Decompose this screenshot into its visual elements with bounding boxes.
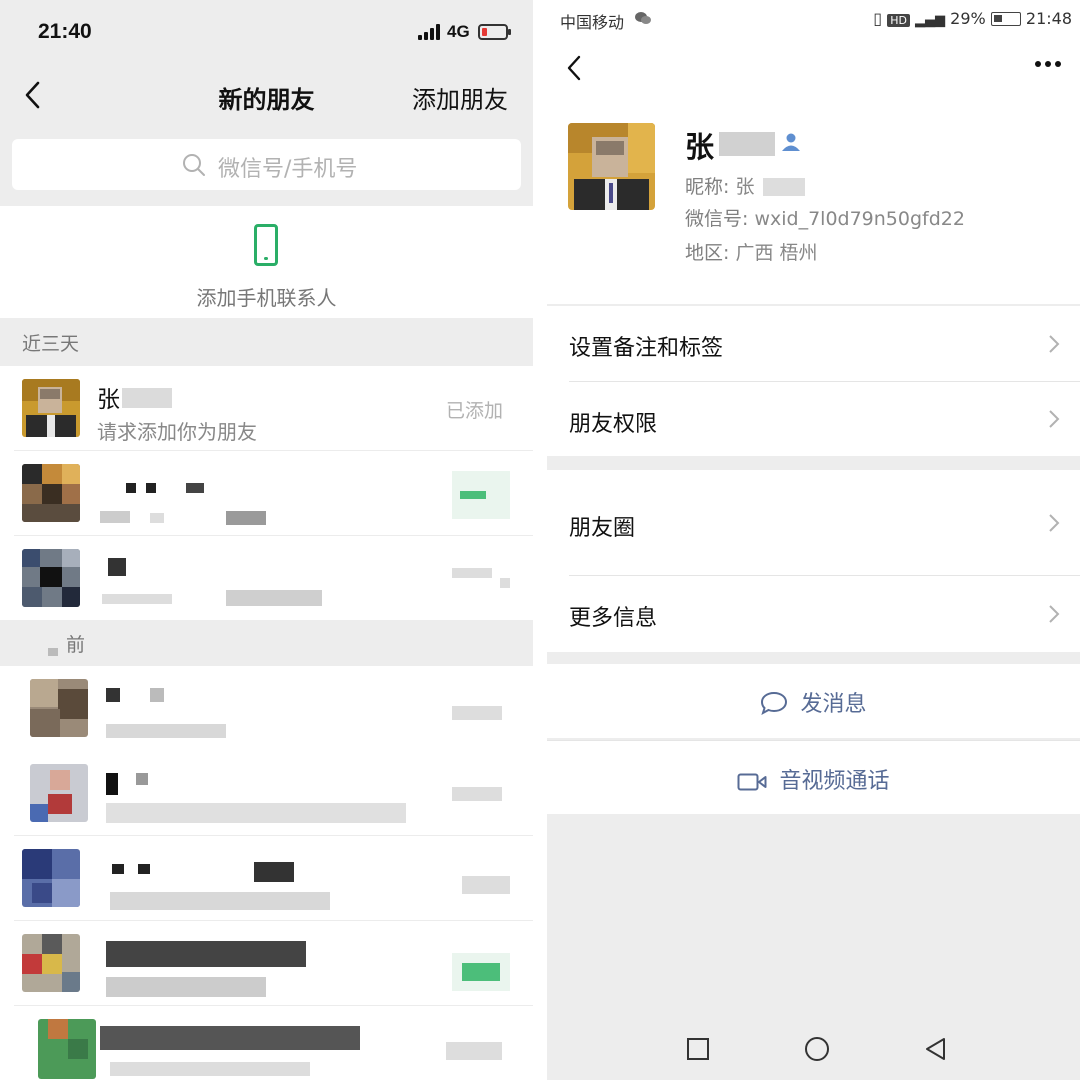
wechat-id-label: 微信号: xyxy=(685,208,755,230)
section-header-earlier: 前 xyxy=(0,620,533,666)
blurred-name xyxy=(719,132,775,156)
search-placeholder: 微信号/手机号 xyxy=(218,157,358,182)
new-friends-screen: 21:40 4G 新的朋友 添加朋友 微信号/手机号 添加手机联系人 近三天 张… xyxy=(0,0,533,1080)
section-header-recent-label: 近三天 xyxy=(22,333,80,355)
status-time: 21:40 xyxy=(38,20,92,43)
back-nav-icon[interactable] xyxy=(923,1036,949,1062)
more-info[interactable]: 更多信息 xyxy=(547,576,1080,652)
video-call-button[interactable]: 音视频通话 xyxy=(547,740,1080,814)
add-phone-contacts-label: 添加手机联系人 xyxy=(196,286,337,310)
blurred-name xyxy=(122,388,172,408)
set-remark-label: 设置备注和标签 xyxy=(569,336,724,361)
battery-icon xyxy=(478,24,511,40)
search-area: 微信号/手机号 xyxy=(0,130,533,206)
home-icon[interactable] xyxy=(804,1036,830,1062)
chat-bubble-icon xyxy=(761,691,788,715)
list-item[interactable] xyxy=(0,451,533,536)
recent-apps-icon[interactable] xyxy=(685,1036,711,1062)
system-nav-bar xyxy=(547,1020,1080,1080)
friend-permissions[interactable]: 朋友权限 xyxy=(547,382,1080,456)
carrier-name: 中国移动 xyxy=(560,13,625,32)
status-bar: 21:40 4G xyxy=(0,0,533,62)
send-message-button[interactable]: 发消息 xyxy=(547,664,1080,738)
friend-request-item[interactable]: 张 请求添加你为朋友 已添加 xyxy=(0,366,533,451)
avatar[interactable] xyxy=(22,379,80,437)
status-right: ▯ HD ▂▄▆ 29% 21:48 xyxy=(873,9,1072,28)
wechat-id-row: 微信号: wxid_7l0d79n50gfd22 xyxy=(685,204,965,231)
region-label: 地区: xyxy=(685,242,736,264)
avatar[interactable] xyxy=(22,549,80,607)
list-item[interactable] xyxy=(0,666,533,751)
region-row: 地区: 广西 梧州 xyxy=(685,238,818,265)
add-friend-button[interactable]: 添加朋友 xyxy=(412,80,508,115)
nickname-label: 昵称: xyxy=(685,176,736,198)
phone-icon xyxy=(254,224,278,266)
list-item[interactable] xyxy=(0,751,533,836)
chevron-right-icon xyxy=(1049,335,1060,353)
list-item[interactable] xyxy=(0,836,533,921)
search-icon xyxy=(183,154,205,176)
vibrate-icon: ▯ xyxy=(873,9,883,28)
moments-label: 朋友圈 xyxy=(569,516,636,541)
region-value: 广西 梧州 xyxy=(735,242,818,264)
set-remark-and-tags[interactable]: 设置备注和标签 xyxy=(547,306,1080,382)
request-name: 张 xyxy=(97,387,120,413)
avatar[interactable] xyxy=(568,123,655,210)
battery-percent: 29% xyxy=(950,9,986,28)
chevron-right-icon xyxy=(1049,410,1060,428)
avatar[interactable] xyxy=(22,464,80,522)
chevron-right-icon xyxy=(1049,605,1060,623)
contact-name: 张 xyxy=(685,130,715,164)
avatar[interactable] xyxy=(22,934,80,992)
more-info-label: 更多信息 xyxy=(569,606,658,631)
nav-bar xyxy=(547,40,1080,98)
avatar[interactable] xyxy=(30,764,88,822)
nav-bar: 新的朋友 添加朋友 xyxy=(0,62,533,130)
video-camera-icon xyxy=(737,773,767,791)
network-type: 4G xyxy=(447,22,470,41)
wechat-icon xyxy=(635,12,651,24)
section-header-earlier-label: 前 xyxy=(66,634,86,656)
request-message: 请求添加你为朋友 xyxy=(97,420,257,444)
contact-icon xyxy=(782,133,800,151)
send-message-label: 发消息 xyxy=(800,692,867,717)
profile-screen: 中国移动 ▯ HD ▂▄▆ 29% 21:48 张 昵称: 张 微信号: wxi… xyxy=(547,0,1080,1080)
list-item[interactable] xyxy=(0,921,533,1006)
status-time: 21:48 xyxy=(1025,9,1072,28)
video-call-label: 音视频通话 xyxy=(779,769,890,794)
add-phone-contacts[interactable]: 添加手机联系人 xyxy=(0,206,533,318)
signal-icon: ▂▄▆ xyxy=(915,13,946,28)
avatar[interactable] xyxy=(38,1019,96,1079)
avatar[interactable] xyxy=(30,679,88,737)
signal-icon xyxy=(418,24,442,40)
hd-icon: HD xyxy=(887,14,910,27)
panel-divider xyxy=(533,0,547,1080)
status-bar: 中国移动 ▯ HD ▂▄▆ 29% 21:48 xyxy=(547,0,1080,40)
list-item[interactable] xyxy=(0,1006,533,1080)
nickname-row: 昵称: 张 xyxy=(685,172,805,199)
chevron-right-icon xyxy=(1049,514,1060,532)
profile-card: 张 昵称: 张 微信号: wxid_7l0d79n50gfd22 地区: 广西 … xyxy=(547,98,1080,304)
avatar[interactable] xyxy=(22,849,80,907)
nickname-value: 张 xyxy=(735,176,755,198)
search-input[interactable]: 微信号/手机号 xyxy=(12,139,521,190)
more-icon[interactable] xyxy=(1034,60,1062,68)
list-item[interactable] xyxy=(0,536,533,621)
request-status: 已添加 xyxy=(445,400,503,422)
friend-permissions-label: 朋友权限 xyxy=(569,412,658,437)
moments[interactable]: 朋友圈 xyxy=(547,470,1080,576)
wechat-id-value: wxid_7l0d79n50gfd22 xyxy=(754,208,965,230)
back-icon[interactable] xyxy=(565,54,583,82)
section-header-recent: 近三天 xyxy=(0,318,533,366)
battery-icon xyxy=(990,12,1021,26)
